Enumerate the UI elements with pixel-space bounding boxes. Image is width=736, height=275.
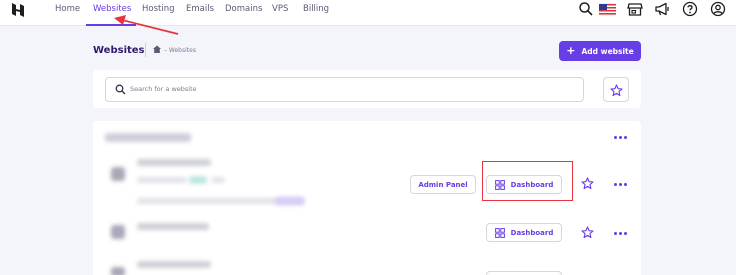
dashboard-button-partial[interactable] <box>486 271 562 275</box>
group-more-icon[interactable] <box>614 134 628 140</box>
blurred-site-domain <box>137 223 209 230</box>
star-icon <box>610 84 623 97</box>
add-website-button[interactable]: + Add website <box>559 41 641 61</box>
nav-hosting[interactable]: Hosting <box>142 4 175 14</box>
home-icon[interactable] <box>152 44 162 54</box>
page-title: Websites <box>93 45 145 56</box>
us-flag-icon[interactable] <box>599 1 616 17</box>
dashboard-button[interactable]: Dashboard <box>486 223 562 242</box>
row-more-icon[interactable] <box>614 181 628 187</box>
blurred-site-favicon <box>111 167 125 181</box>
dashboard-icon <box>494 227 505 238</box>
active-tab-indicator <box>86 24 136 26</box>
admin-panel-button[interactable]: Admin Panel <box>410 175 476 194</box>
favorite-star-icon[interactable] <box>581 226 594 239</box>
blurred-site-favicon <box>111 267 125 275</box>
nav-vps[interactable]: VPS <box>272 4 288 14</box>
search-card: Search for a website <box>93 70 641 108</box>
blurred-site-status <box>189 176 207 184</box>
blurred-site-tag <box>211 177 225 183</box>
nav-billing[interactable]: Billing <box>303 4 329 14</box>
top-navigation: Home Websites Hosting Emails Domains VPS… <box>0 0 736 26</box>
blurred-site-info <box>137 177 187 183</box>
search-input[interactable]: Search for a website <box>105 77 584 102</box>
hostinger-logo[interactable] <box>10 2 26 18</box>
blurred-site-domain <box>137 159 211 166</box>
help-icon[interactable] <box>682 1 698 17</box>
nav-websites[interactable]: Websites <box>93 4 131 14</box>
nav-home[interactable]: Home <box>55 4 80 14</box>
blurred-group-name <box>105 133 191 142</box>
search-placeholder: Search for a website <box>130 85 197 93</box>
store-icon[interactable] <box>627 1 643 17</box>
nav-emails[interactable]: Emails <box>186 4 214 14</box>
dashboard-label: Dashboard <box>510 228 554 237</box>
search-icon <box>115 84 126 95</box>
breadcrumb: – Websites <box>164 47 196 54</box>
annotation-highlight-box <box>482 161 573 201</box>
blurred-site-domain <box>137 261 211 268</box>
blurred-site-badge <box>275 197 305 205</box>
breadcrumb-divider <box>145 43 146 57</box>
megaphone-icon[interactable] <box>654 1 670 17</box>
account-icon[interactable] <box>710 1 726 17</box>
plus-icon: + <box>566 44 576 57</box>
favorite-star-icon[interactable] <box>581 177 594 190</box>
favorites-filter-button[interactable] <box>603 77 629 102</box>
row-more-icon[interactable] <box>614 230 628 236</box>
search-icon[interactable] <box>578 1 594 17</box>
blurred-site-favicon <box>111 225 125 239</box>
admin-panel-label: Admin Panel <box>418 180 468 189</box>
nav-domains[interactable]: Domains <box>225 4 262 14</box>
add-website-label: Add website <box>581 46 634 56</box>
